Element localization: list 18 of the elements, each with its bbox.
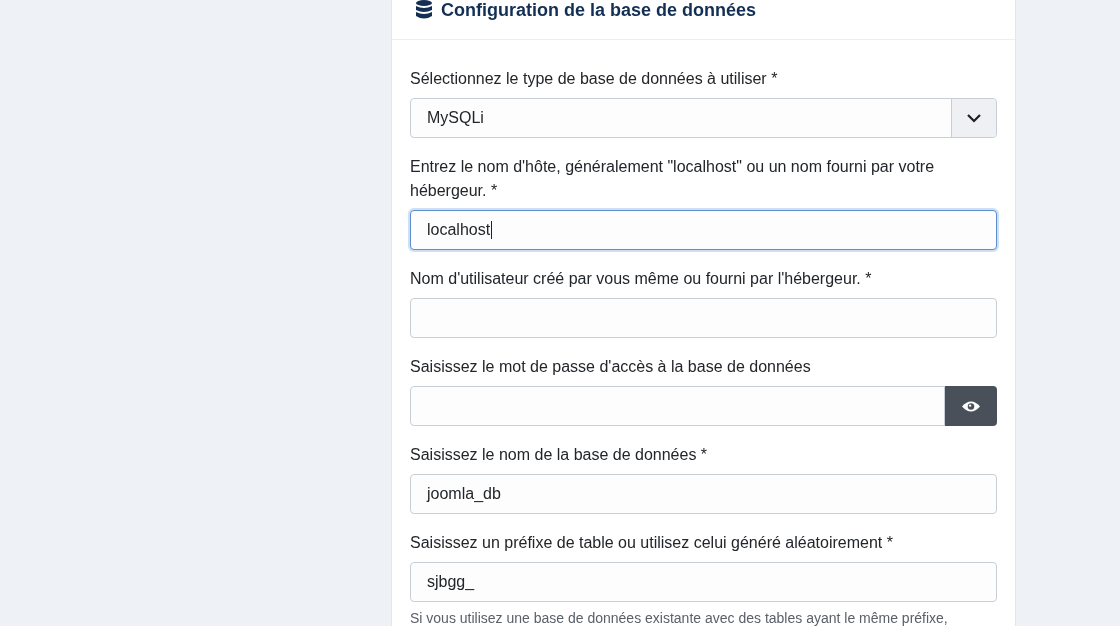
field-label: Nom d'utilisateur créé par vous même ou fourni par l'hébergeur. *: [410, 269, 873, 289]
field-label: Saisissez le nom de la base de données *: [410, 445, 709, 465]
input-field[interactable]: localhost: [410, 210, 997, 250]
show-password-button[interactable]: [945, 386, 997, 426]
input-field[interactable]: sjbgg_: [410, 562, 997, 602]
password-field[interactable]: [410, 386, 945, 426]
field-label: Saisissez le mot de passe d'accès à la base de données: [410, 357, 812, 377]
chevron-down-icon: [966, 113, 982, 123]
input-field[interactable]: joomla_db: [410, 474, 997, 514]
database-icon: [416, 0, 432, 20]
input-field[interactable]: [410, 298, 997, 338]
card-title: Configuration de la base de données: [441, 0, 757, 21]
field-label: Saisissez un préfixe de table ou utilisez celui généré aléatoirement *: [410, 533, 894, 553]
field-label: Entrez le nom d'hôte, généralement "localhost" ou un nom fourni par votre hébergeur. *: [410, 157, 936, 201]
help-text: Si vous utilisez une base de données existante avec des tables ayant le même préfixe,: [410, 609, 949, 626]
field-label: Sélectionnez le type de base de données à utiliser *: [410, 69, 779, 89]
database-type-select[interactable]: MySQLi: [410, 98, 997, 138]
eye-icon: [962, 399, 980, 413]
